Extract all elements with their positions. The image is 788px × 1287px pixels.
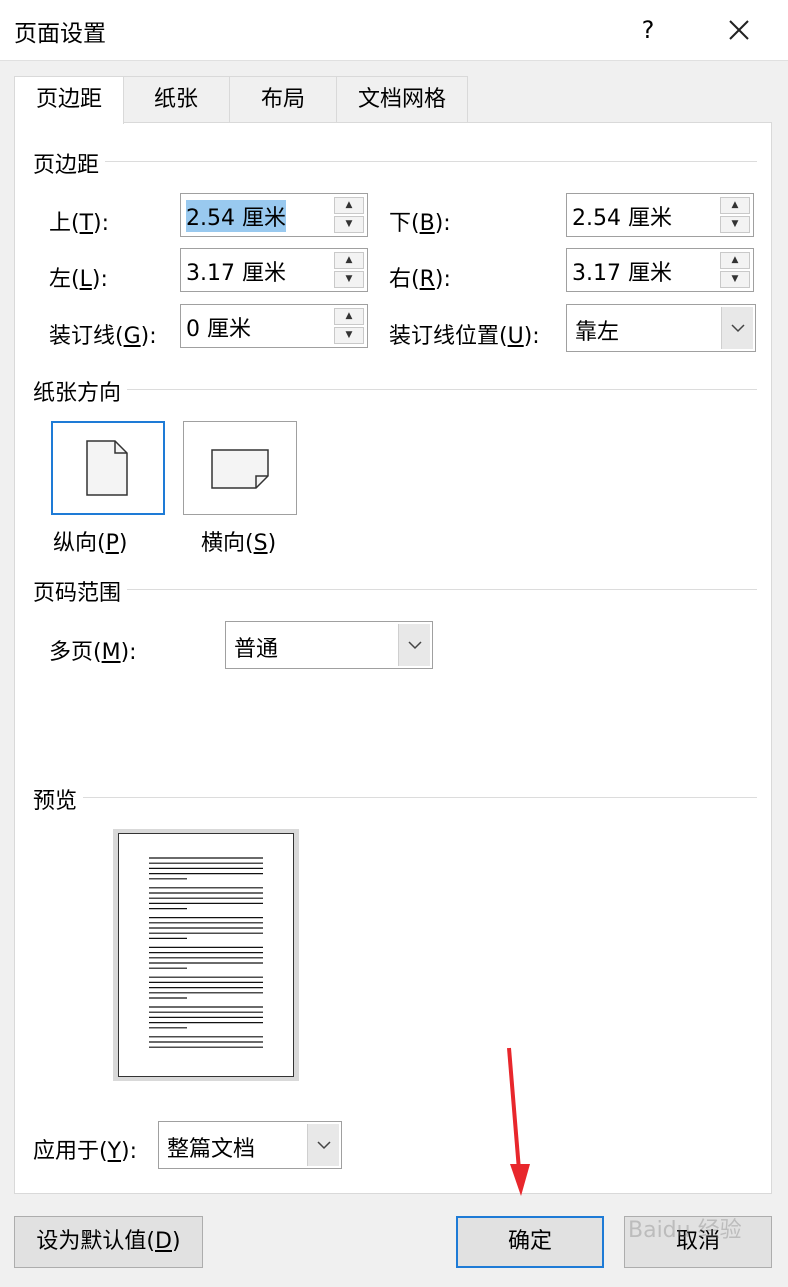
tab-doc-grid[interactable]: 文档网格 [336,76,468,122]
multiple-pages-label: 多页(M): [49,640,137,665]
apply-to-select[interactable]: 整篇文档 [158,1121,342,1169]
chevron-down-icon [731,324,745,333]
spin-up-icon[interactable]: ▲ [334,308,364,325]
preview-page [118,833,294,1077]
tab-paper[interactable]: 纸张 [122,76,230,122]
divider [33,161,757,162]
chevron-down-icon [408,641,422,650]
spin-down-icon[interactable]: ▼ [334,216,364,233]
pages-group-title: 页码范围 [33,575,128,607]
close-icon [729,20,749,40]
landscape-option[interactable] [183,421,297,515]
top-margin-stepper[interactable]: 2.54 厘米 ▲ ▼ [180,193,368,237]
tab-panel: 页边距 上(T): 2.54 厘米 ▲ ▼ 下(B): 2.54 厘米 ▲ ▼ … [14,122,772,1194]
left-margin-label: 左(L): [49,267,108,292]
portrait-option[interactable] [51,421,165,515]
multiple-pages-value: 普通 [234,637,279,662]
tab-margins[interactable]: 页边距 [14,76,124,124]
portrait-label[interactable]: 纵向(P) [53,525,127,557]
bottom-margin-value[interactable]: 2.54 厘米 [572,200,672,232]
tab-layout[interactable]: 布局 [229,76,337,122]
annotation-arrow [507,1047,530,1196]
landscape-page-icon [211,449,269,489]
landscape-label[interactable]: 横向(S) [201,525,276,557]
gutter-position-label: 装订线位置(U): [389,324,540,349]
spin-down-icon[interactable]: ▼ [720,271,750,288]
dropdown-button[interactable] [307,1124,339,1166]
left-margin-stepper[interactable]: 3.17 厘米 ▲ ▼ [180,248,368,292]
close-button[interactable] [716,10,762,50]
bottom-margin-label: 下(B): [389,211,451,236]
orientation-group-title: 纸张方向 [33,375,128,407]
spin-down-icon[interactable]: ▼ [720,216,750,233]
divider [33,389,757,390]
ok-button[interactable]: 确定 [456,1216,604,1268]
watermark: Baidu 经验 [628,1218,742,1243]
gutter-position-value: 靠左 [575,320,620,345]
dialog-title: 页面设置 [14,21,106,47]
gutter-label: 装订线(G): [49,324,157,349]
top-margin-label: 上(T): [49,211,110,236]
set-default-button[interactable]: 设为默认值(D) [14,1216,203,1268]
dropdown-button[interactable] [721,307,753,349]
portrait-page-icon [86,440,128,496]
apply-to-label: 应用于(Y): [33,1139,138,1164]
apply-to-value: 整篇文档 [167,1137,256,1162]
left-margin-value[interactable]: 3.17 厘米 [186,255,286,287]
spin-up-icon[interactable]: ▲ [720,252,750,269]
margins-group-title: 页边距 [33,147,106,179]
right-margin-label: 右(R): [389,267,451,292]
gutter-stepper[interactable]: 0 厘米 ▲ ▼ [180,304,368,348]
divider [33,589,757,590]
dropdown-button[interactable] [398,624,430,666]
preview-group-title: 预览 [33,783,84,815]
spin-down-icon[interactable]: ▼ [334,271,364,288]
spin-up-icon[interactable]: ▲ [334,197,364,214]
right-margin-value[interactable]: 3.17 厘米 [572,255,672,287]
help-button[interactable]: ? [630,10,666,50]
top-margin-value[interactable]: 2.54 厘米 [186,200,286,232]
right-margin-stepper[interactable]: 3.17 厘米 ▲ ▼ [566,248,754,292]
title-bar: 页面设置 ? [0,0,788,61]
bottom-margin-stepper[interactable]: 2.54 厘米 ▲ ▼ [566,193,754,237]
gutter-value[interactable]: 0 厘米 [186,311,251,343]
gutter-position-select[interactable]: 靠左 [566,304,756,352]
preview-text-lines [149,857,263,1048]
spin-down-icon[interactable]: ▼ [334,327,364,344]
spin-up-icon[interactable]: ▲ [334,252,364,269]
spin-up-icon[interactable]: ▲ [720,197,750,214]
chevron-down-icon [317,1141,331,1150]
preview-thumbnail [113,829,299,1081]
multiple-pages-select[interactable]: 普通 [225,621,433,669]
divider [33,797,757,798]
